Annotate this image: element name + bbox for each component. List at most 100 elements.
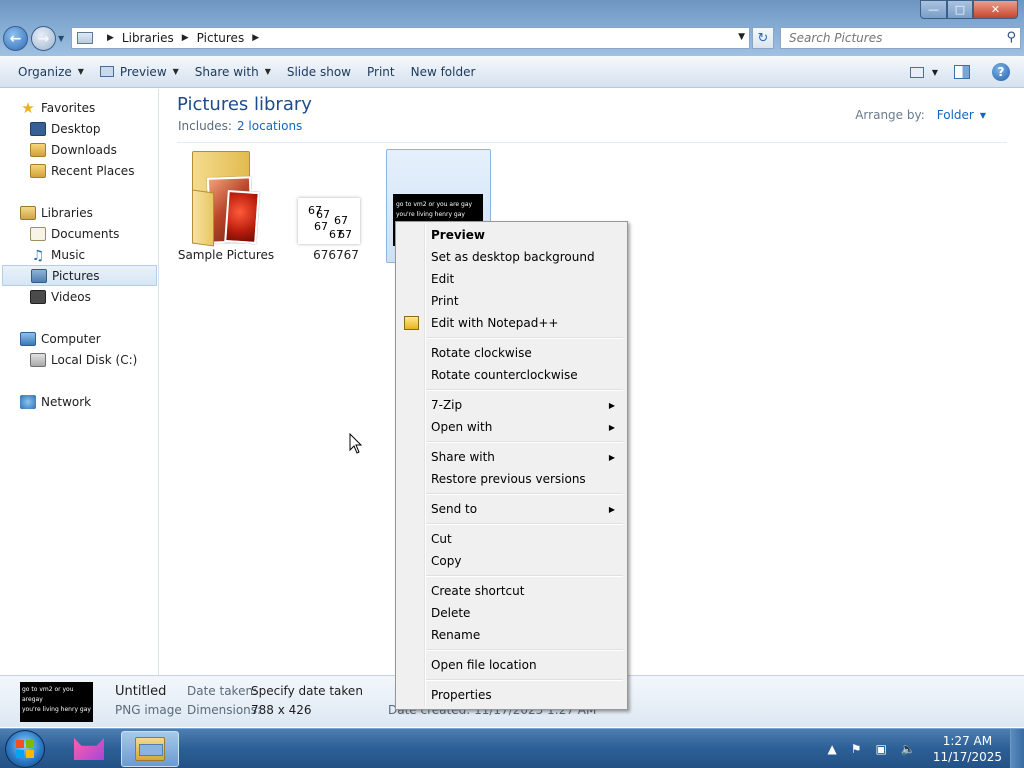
dimensions-label: Dimensions:: [187, 703, 262, 717]
menu-label: Edit with Notepad++: [431, 316, 559, 330]
menu-label: Create shortcut: [431, 584, 525, 598]
thumb-text: 67: [338, 228, 352, 241]
address-dropdown-icon[interactable]: ▼: [738, 32, 745, 42]
refresh-button[interactable]: ↻: [752, 27, 774, 49]
menu-item-rotate-clockwise[interactable]: Rotate clockwise: [398, 342, 625, 364]
menu-label: Edit: [431, 272, 455, 286]
organize-button[interactable]: Organize ▼: [10, 56, 92, 87]
cat-app-icon: [74, 738, 104, 760]
maximize-button[interactable]: □: [947, 0, 973, 19]
clock-time: 1:27 AM: [942, 734, 993, 748]
menu-item-create-shortcut[interactable]: Create shortcut: [398, 580, 625, 602]
help-icon[interactable]: ?: [992, 63, 1010, 81]
taskbar: ▲ ⚑ ▣ 🔈 1:27 AM 11/17/2025: [0, 728, 1024, 768]
menu-item-rename[interactable]: Rename: [398, 624, 625, 646]
new-folder-label: New folder: [410, 64, 476, 79]
file-name: 676767: [313, 248, 359, 262]
breadcrumb-chevron-icon[interactable]: ▶: [107, 33, 114, 43]
menu-label: Copy: [431, 554, 462, 568]
change-view-icon[interactable]: [909, 66, 924, 78]
nav-music[interactable]: ♫ Music: [0, 244, 157, 265]
print-label: Print: [366, 64, 395, 79]
arrange-by: Arrange by: Folder ▼: [855, 108, 986, 122]
menu-item-open-file-location[interactable]: Open file location: [398, 654, 625, 676]
library-title: Pictures library: [177, 94, 312, 115]
thumb-text: 67: [314, 220, 328, 233]
forward-button[interactable]: →: [31, 26, 56, 51]
arrange-by-dropdown[interactable]: Folder ▼: [937, 108, 986, 122]
network-status-icon[interactable]: ▣: [876, 742, 887, 756]
menu-separator: [426, 649, 623, 651]
nav-documents[interactable]: Documents: [0, 223, 157, 244]
nav-desktop[interactable]: Desktop: [0, 118, 157, 139]
submenu-arrow-icon: ▶: [608, 452, 615, 462]
search-input[interactable]: [789, 31, 989, 45]
preview-button[interactable]: Preview ▼: [92, 56, 187, 87]
nav-network[interactable]: Network: [0, 391, 157, 412]
back-button[interactable]: ←: [3, 26, 28, 51]
menu-item-share-with[interactable]: Share with ▶: [398, 446, 625, 468]
chevron-down-icon[interactable]: ▼: [932, 68, 938, 77]
breadcrumb-chevron-icon[interactable]: ▶: [182, 33, 189, 43]
file-item-676767[interactable]: 67 67 67 67 67 67 676767: [284, 151, 388, 271]
arrow-right-icon: →: [37, 30, 50, 47]
file-item-sample-pictures[interactable]: Sample Pictures: [174, 151, 278, 271]
preview-pane-icon[interactable]: [954, 65, 970, 79]
details-file-type: PNG image: [115, 703, 182, 717]
locations-link[interactable]: 2 locations: [237, 119, 302, 133]
slide-show-button[interactable]: Slide show: [279, 56, 359, 87]
new-folder-button[interactable]: New folder: [403, 56, 484, 87]
nav-label: Recent Places: [51, 163, 135, 178]
menu-item-send-to[interactable]: Send to ▶: [398, 498, 625, 520]
nav-label: Music: [51, 247, 86, 262]
menu-item-properties[interactable]: Properties: [398, 684, 625, 706]
menu-label: Print: [431, 294, 459, 308]
menu-item-open-with[interactable]: Open with ▶: [398, 416, 625, 438]
nav-libraries[interactable]: Libraries: [0, 202, 157, 223]
navigation-pane: ★ Favorites Desktop Downloads Recent Plac…: [0, 89, 159, 675]
nav-favorites[interactable]: ★ Favorites: [0, 97, 157, 118]
menu-item-copy[interactable]: Copy: [398, 550, 625, 572]
minimize-button[interactable]: —: [920, 0, 947, 19]
share-with-button[interactable]: Share with ▼: [187, 56, 279, 87]
nav-pictures[interactable]: Pictures: [2, 265, 157, 286]
breadcrumb-chevron-icon[interactable]: ▶: [252, 33, 259, 43]
menu-separator: [426, 493, 623, 495]
menu-item-set-desktop-background[interactable]: Set as desktop background: [398, 246, 625, 268]
show-hidden-icons-icon[interactable]: ▲: [828, 742, 837, 756]
volume-muted-icon[interactable]: 🔈: [901, 742, 916, 756]
print-button[interactable]: Print: [359, 56, 403, 87]
menu-item-restore-previous-versions[interactable]: Restore previous versions: [398, 468, 625, 490]
nav-local-disk[interactable]: Local Disk (C:): [0, 349, 157, 370]
menu-item-rotate-counterclockwise[interactable]: Rotate counterclockwise: [398, 364, 625, 386]
nav-downloads[interactable]: Downloads: [0, 139, 157, 160]
menu-item-print[interactable]: Print: [398, 290, 625, 312]
menu-item-preview[interactable]: Preview: [398, 224, 625, 246]
network-icon: [20, 394, 36, 409]
menu-label: 7-Zip: [431, 398, 463, 412]
address-bar[interactable]: ▶ Libraries ▶ Pictures ▶ ▼: [71, 27, 750, 49]
menu-item-edit[interactable]: Edit: [398, 268, 625, 290]
breadcrumb-libraries[interactable]: Libraries: [122, 31, 174, 45]
menu-separator: [426, 523, 623, 525]
close-button[interactable]: ✕: [973, 0, 1018, 19]
clock[interactable]: 1:27 AM 11/17/2025: [933, 733, 1002, 765]
search-box[interactable]: ⚲: [780, 27, 1021, 49]
breadcrumb-pictures[interactable]: Pictures: [197, 31, 245, 45]
nav-videos[interactable]: Videos: [0, 286, 157, 307]
menu-item-delete[interactable]: Delete: [398, 602, 625, 624]
search-icon[interactable]: ⚲: [1006, 30, 1016, 45]
start-button[interactable]: [5, 730, 45, 768]
menu-item-edit-with-notepad[interactable]: Edit with Notepad++: [398, 312, 625, 334]
window-controls: — □ ✕: [920, 0, 1018, 19]
show-desktop-button[interactable]: [1010, 729, 1024, 768]
taskbar-app-explorer[interactable]: [121, 731, 179, 767]
taskbar-app-cat[interactable]: [60, 731, 118, 767]
nav-computer[interactable]: Computer: [0, 328, 157, 349]
date-taken-value[interactable]: Specify date taken: [251, 684, 363, 698]
menu-item-7zip[interactable]: 7-Zip ▶: [398, 394, 625, 416]
menu-item-cut[interactable]: Cut: [398, 528, 625, 550]
action-center-flag-icon[interactable]: ⚑: [851, 742, 862, 756]
recent-pages-dropdown[interactable]: ▼: [58, 34, 64, 43]
nav-recent-places[interactable]: Recent Places: [0, 160, 157, 181]
